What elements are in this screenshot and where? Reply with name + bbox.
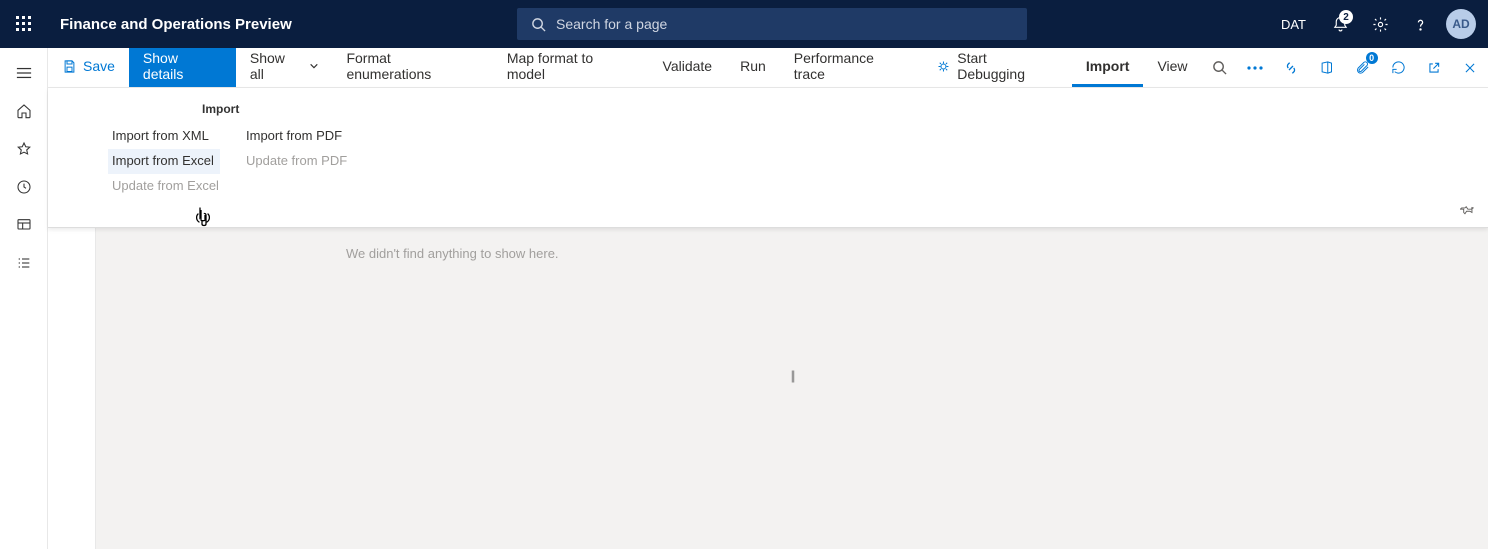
notification-badge: 2 xyxy=(1339,10,1353,24)
start-debug-label: Start Debugging xyxy=(957,50,1058,82)
nav-modules[interactable] xyxy=(4,246,44,280)
import-tab[interactable]: Import xyxy=(1072,48,1144,87)
close-button[interactable] xyxy=(1452,48,1488,87)
gear-icon xyxy=(1372,16,1389,33)
save-label: Save xyxy=(83,58,115,74)
star-icon xyxy=(16,141,32,157)
more-icon xyxy=(1247,66,1263,70)
search-icon xyxy=(1212,60,1227,75)
view-tab[interactable]: View xyxy=(1143,48,1201,87)
validate-button[interactable]: Validate xyxy=(649,48,727,87)
start-debugging-button[interactable]: Start Debugging xyxy=(922,48,1072,87)
chevron-down-icon xyxy=(309,61,319,71)
show-all-button[interactable]: Show all xyxy=(236,48,333,87)
pin-icon xyxy=(1460,203,1474,217)
search-placeholder: Search for a page xyxy=(556,16,667,32)
view-label: View xyxy=(1157,58,1187,74)
help-button[interactable] xyxy=(1400,0,1440,48)
validate-label: Validate xyxy=(663,58,713,74)
form-left-strip xyxy=(48,228,96,549)
toolbar-search-button[interactable] xyxy=(1202,48,1238,87)
company-label[interactable]: DAT xyxy=(1267,17,1320,32)
modules-icon xyxy=(16,255,32,271)
import-label: Import xyxy=(1086,58,1130,74)
app-launcher-button[interactable] xyxy=(0,0,48,48)
settings-button[interactable] xyxy=(1360,0,1400,48)
link-icon xyxy=(1283,60,1299,76)
performance-trace-button[interactable]: Performance trace xyxy=(780,48,923,87)
nav-recent[interactable] xyxy=(4,170,44,204)
search-icon xyxy=(531,17,546,32)
show-all-label: Show all xyxy=(250,50,303,82)
header-right: DAT 2 AD xyxy=(1267,0,1488,48)
import-option-import-from-xml[interactable]: Import from XML xyxy=(108,124,220,149)
map-format-label: Map format to model xyxy=(507,50,635,82)
save-button[interactable]: Save xyxy=(48,48,129,87)
user-avatar[interactable]: AD xyxy=(1446,9,1476,39)
popout-icon xyxy=(1427,61,1441,75)
popout-button[interactable] xyxy=(1416,48,1452,87)
global-search[interactable]: Search for a page xyxy=(517,8,1027,40)
debug-icon xyxy=(936,59,951,74)
office-icon xyxy=(1319,60,1334,75)
nav-expand-button[interactable] xyxy=(4,56,44,90)
dropdown-title: Import xyxy=(48,102,1488,116)
empty-area: We didn't find anything to show here. || xyxy=(96,228,1488,549)
import-option-update-from-pdf: Update from PDF xyxy=(242,149,354,174)
action-bar: Save Show details Show all Format enumer… xyxy=(48,48,1488,88)
run-label: Run xyxy=(740,58,766,74)
attachments-badge: 0 xyxy=(1366,52,1378,64)
hamburger-icon xyxy=(16,66,32,80)
import-option-import-from-pdf[interactable]: Import from PDF xyxy=(242,124,354,149)
import-option-update-from-excel: Update from Excel xyxy=(108,174,220,199)
nav-favorites[interactable] xyxy=(4,132,44,166)
dropdown-col-1: Import from XMLImport from ExcelUpdate f… xyxy=(108,124,220,198)
show-details-label: Show details xyxy=(143,50,222,82)
pin-button[interactable] xyxy=(1460,203,1474,217)
waffle-icon xyxy=(16,16,32,32)
format-enumerations-button[interactable]: Format enumerations xyxy=(332,48,492,87)
body: Save Show details Show all Format enumer… xyxy=(0,48,1488,549)
import-dropdown-panel: Import Import from XMLImport from ExcelU… xyxy=(48,88,1488,228)
app-header: Finance and Operations Preview Search fo… xyxy=(0,0,1488,48)
nav-home[interactable] xyxy=(4,94,44,128)
content-area: Save Show details Show all Format enumer… xyxy=(48,48,1488,549)
home-icon xyxy=(16,103,32,119)
map-format-button[interactable]: Map format to model xyxy=(493,48,649,87)
run-button[interactable]: Run xyxy=(726,48,780,87)
overflow-button[interactable] xyxy=(1237,48,1273,87)
dropdown-col-2: Import from PDFUpdate from PDF xyxy=(242,124,354,198)
refresh-icon xyxy=(1391,60,1406,75)
format-enum-label: Format enumerations xyxy=(346,50,478,82)
perf-trace-label: Performance trace xyxy=(794,50,909,82)
notifications-button[interactable]: 2 xyxy=(1320,0,1360,48)
empty-message: We didn't find anything to show here. xyxy=(346,246,559,261)
question-icon xyxy=(1412,16,1429,33)
splitter-handle[interactable]: || xyxy=(791,368,794,383)
workspace-icon xyxy=(16,217,32,233)
refresh-button[interactable] xyxy=(1381,48,1417,87)
office-button[interactable] xyxy=(1309,48,1345,87)
nav-workspaces[interactable] xyxy=(4,208,44,242)
show-details-button[interactable]: Show details xyxy=(129,48,236,87)
lower-content: We didn't find anything to show here. || xyxy=(48,228,1488,549)
options-button[interactable] xyxy=(1273,48,1309,87)
attachments-button[interactable]: 0 xyxy=(1345,48,1381,87)
close-icon xyxy=(1463,61,1477,75)
save-icon xyxy=(62,59,77,74)
clock-icon xyxy=(16,179,32,195)
left-nav-rail xyxy=(0,48,48,549)
app-title: Finance and Operations Preview xyxy=(48,16,292,33)
import-option-import-from-excel[interactable]: Import from Excel xyxy=(108,149,220,174)
